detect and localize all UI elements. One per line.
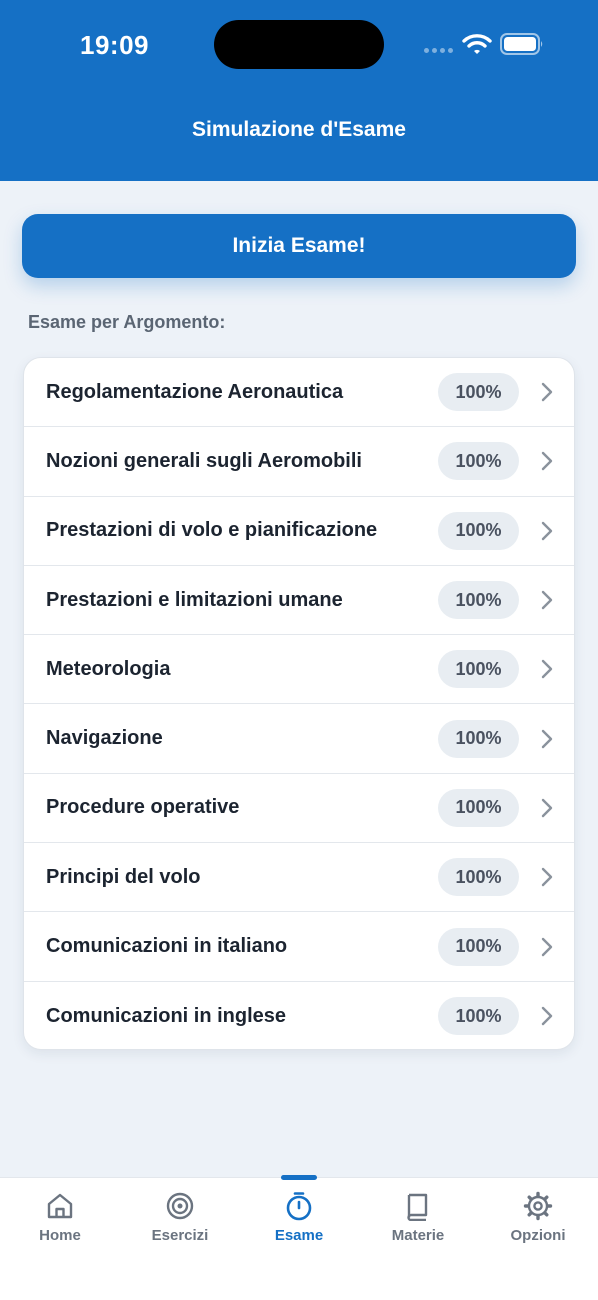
topic-label: Comunicazioni in italiano: [46, 935, 288, 958]
topic-row[interactable]: Meteorologia 100%: [24, 635, 574, 705]
start-exam-button[interactable]: Inizia Esame!: [22, 214, 576, 278]
topic-list: Regolamentazione Aeronautica 100% Nozion…: [23, 357, 575, 1050]
tab-esercizi[interactable]: Esercizi: [120, 1178, 240, 1258]
tab-label: Esame: [274, 1227, 324, 1244]
tab-label: Esercizi: [151, 1227, 209, 1244]
section-label: Esame per Argomento:: [28, 312, 226, 332]
topic-row[interactable]: Principi del volo 100%: [24, 843, 574, 913]
topic-row[interactable]: Regolamentazione Aeronautica 100%: [24, 358, 574, 428]
chevron-right-icon: [541, 937, 553, 956]
topic-row[interactable]: Prestazioni e limitazioni umane 100%: [24, 566, 574, 636]
topic-label: Regolamentazione Aeronautica: [46, 380, 344, 403]
cellular-signal-icon: [424, 48, 456, 53]
topic-score-badge: 100%: [438, 511, 519, 550]
tab-home[interactable]: Home: [0, 1178, 120, 1258]
topic-score-badge: 100%: [438, 858, 519, 897]
chevron-right-icon: [541, 1007, 553, 1026]
topic-label: Navigazione: [46, 727, 163, 750]
chevron-right-icon: [541, 590, 553, 610]
chevron-right-icon: [541, 798, 553, 818]
topic-label: Meteorologia: [46, 657, 171, 680]
chevron-right-icon: [541, 660, 553, 679]
home-icon: [47, 1193, 73, 1219]
topic-row[interactable]: Comunicazioni in inglese 100%: [24, 982, 574, 1049]
topic-score-badge: 100%: [438, 719, 519, 758]
topic-label: Principi del volo: [46, 865, 201, 888]
topic-score-badge: 100%: [438, 581, 519, 620]
status-time: 19:09: [80, 30, 149, 60]
topic-row[interactable]: Navigazione 100%: [24, 704, 574, 774]
tab-materie[interactable]: Materie: [358, 1178, 478, 1258]
topic-score-badge: 100%: [438, 788, 519, 827]
topic-label: Comunicazioni in inglese: [46, 1004, 287, 1027]
topic-score-badge: 100%: [438, 927, 519, 966]
tab-esame[interactable]: Esame: [239, 1178, 359, 1258]
page-title: Simulazione d'Esame: [192, 118, 406, 141]
topic-label: Nozioni generali sugli Aeromobili: [46, 449, 362, 472]
chevron-right-icon: [541, 452, 553, 471]
chevron-right-icon: [541, 868, 553, 887]
chevron-right-icon: [541, 521, 553, 540]
topic-row[interactable]: Nozioni generali sugli Aeromobili 100%: [24, 427, 574, 497]
chevron-right-icon: [541, 382, 553, 402]
topic-label: Prestazioni di volo e pianificazione: [46, 519, 378, 542]
battery-icon: [500, 33, 543, 55]
gear-icon: [523, 1191, 553, 1221]
topic-score-badge: 100%: [438, 442, 519, 481]
tab-label: Home: [39, 1227, 81, 1244]
timer-icon: [286, 1192, 312, 1221]
topic-score-badge: 100%: [438, 373, 519, 412]
topic-row[interactable]: Prestazioni di volo e pianificazione 100…: [24, 497, 574, 566]
topic-label: Procedure operative: [46, 796, 240, 819]
topic-row[interactable]: Comunicazioni in italiano 100%: [24, 912, 574, 982]
tab-opzioni[interactable]: Opzioni: [478, 1178, 598, 1258]
tab-bar: Home Esercizi Esame Materie Opzioni: [0, 1175, 598, 1300]
topic-row[interactable]: Procedure operative 100%: [24, 774, 574, 844]
topic-score-badge: 100%: [438, 650, 519, 689]
header-bar: 19:09 Simulazione d'Esame: [0, 0, 598, 181]
topic-score-badge: 100%: [438, 997, 519, 1036]
target-icon: [166, 1192, 194, 1220]
chevron-right-icon: [541, 729, 553, 748]
tab-label: Opzioni: [510, 1227, 566, 1244]
tab-label: Materie: [391, 1227, 445, 1244]
wifi-icon: [462, 34, 492, 54]
dynamic-island: [214, 20, 384, 69]
topic-label: Prestazioni e limitazioni umane: [46, 588, 343, 611]
book-icon: [407, 1193, 428, 1221]
